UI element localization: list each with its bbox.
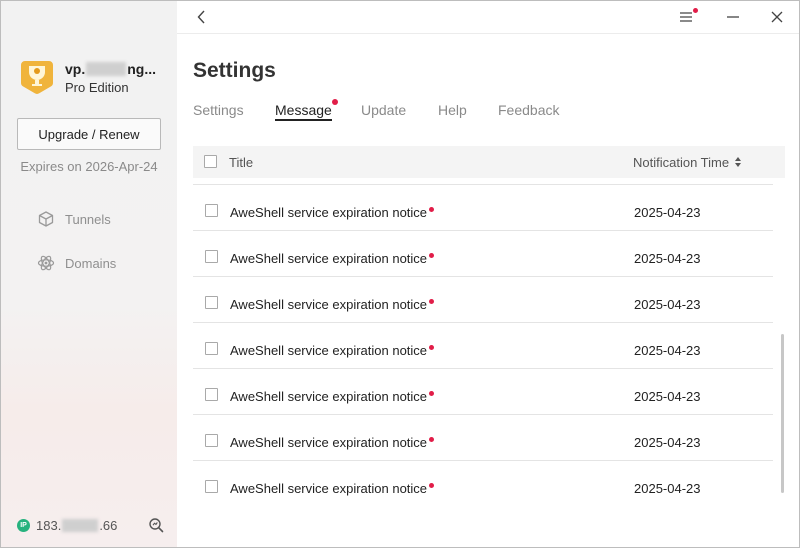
message-title: AweShell service expiration notice xyxy=(230,343,435,358)
message-title: AweShell service expiration notice xyxy=(230,205,435,220)
message-title: AweShell service expiration notice xyxy=(230,389,435,404)
column-notification-time[interactable]: Notification Time xyxy=(633,155,742,170)
tab-message[interactable]: Message xyxy=(275,99,338,121)
table-row[interactable]: AweShell service expiration notice 2025-… xyxy=(193,460,773,506)
table-row[interactable]: AweShell service expiration notice 2025-… xyxy=(193,184,773,230)
close-icon[interactable] xyxy=(769,9,785,25)
user-name: vp. ng... xyxy=(65,61,157,77)
tab-feedback[interactable]: Feedback xyxy=(498,102,559,118)
row-checkbox[interactable] xyxy=(205,250,218,263)
sidebar-item-domains[interactable]: Domains xyxy=(37,253,116,273)
notification-dot xyxy=(693,8,698,13)
unread-dot xyxy=(429,299,435,304)
tab-help[interactable]: Help xyxy=(438,102,467,118)
expiry-date: Expires on 2026-Apr-24 xyxy=(20,159,158,174)
table-row[interactable]: AweShell service expiration notice 2025-… xyxy=(193,414,773,460)
row-checkbox[interactable] xyxy=(205,388,218,401)
message-time: 2025-04-23 xyxy=(634,435,701,450)
message-time: 2025-04-23 xyxy=(634,343,701,358)
row-checkbox[interactable] xyxy=(205,204,218,217)
trophy-avatar-icon[interactable] xyxy=(17,57,57,97)
table-row[interactable]: AweShell service expiration notice 2025-… xyxy=(193,322,773,368)
row-checkbox[interactable] xyxy=(205,342,218,355)
sidebar: vp. ng... Pro Edition Upgrade / Renew Exp… xyxy=(1,1,177,547)
main-panel: Settings Settings Message Update Help Fe… xyxy=(177,1,799,547)
select-all-checkbox[interactable] xyxy=(204,155,217,168)
unread-dot xyxy=(429,345,435,350)
unread-dot xyxy=(429,253,435,258)
tab-update[interactable]: Update xyxy=(361,102,406,118)
redacted-text xyxy=(86,62,127,76)
upgrade-renew-button[interactable]: Upgrade / Renew xyxy=(17,118,161,150)
row-checkbox[interactable] xyxy=(205,296,218,309)
ip-address: IP 183. .66 xyxy=(17,518,117,533)
sidebar-item-label: Domains xyxy=(65,255,117,271)
table-header: Title Notification Time xyxy=(193,146,785,178)
message-time: 2025-04-23 xyxy=(634,389,701,404)
row-checkbox[interactable] xyxy=(205,480,218,493)
tab-settings[interactable]: Settings xyxy=(193,102,244,118)
message-title: AweShell service expiration notice xyxy=(230,297,435,312)
message-time: 2025-04-23 xyxy=(634,297,701,312)
unread-dot xyxy=(429,391,435,396)
sidebar-item-tunnels[interactable]: Tunnels xyxy=(37,209,111,229)
list-scrollbar[interactable] xyxy=(781,334,784,493)
sidebar-item-label: Tunnels xyxy=(65,211,111,227)
divider xyxy=(177,33,799,34)
app-window: vp. ng... Pro Edition Upgrade / Renew Exp… xyxy=(0,0,800,548)
sort-icon xyxy=(735,157,742,167)
message-time: 2025-04-23 xyxy=(634,205,701,220)
cube-icon xyxy=(38,211,54,227)
page-title: Settings xyxy=(193,59,276,82)
user-plan: Pro Edition xyxy=(65,80,129,95)
message-title: AweShell service expiration notice xyxy=(230,435,435,450)
unread-dot xyxy=(429,207,435,212)
table-row[interactable]: AweShell service expiration notice 2025-… xyxy=(193,276,773,322)
message-title: AweShell service expiration notice xyxy=(230,481,435,496)
back-arrow-icon[interactable] xyxy=(195,9,209,25)
ip-icon: IP xyxy=(17,519,30,532)
column-title: Title xyxy=(229,155,254,170)
unread-dot xyxy=(331,99,338,105)
ip-lookup-icon[interactable] xyxy=(148,517,164,533)
table-row[interactable]: AweShell service expiration notice 2025-… xyxy=(193,230,773,276)
message-time: 2025-04-23 xyxy=(634,251,701,266)
message-list: AweShell service expiration notice 2025-… xyxy=(193,184,775,524)
minimize-icon[interactable] xyxy=(725,9,741,25)
row-checkbox[interactable] xyxy=(205,434,218,447)
message-title: AweShell service expiration notice xyxy=(230,251,435,266)
atom-icon xyxy=(37,255,55,271)
unread-dot xyxy=(429,483,435,488)
redacted-text xyxy=(62,519,99,532)
menu-icon[interactable] xyxy=(677,8,698,25)
table-row[interactable]: AweShell service expiration notice 2025-… xyxy=(193,368,773,414)
unread-dot xyxy=(429,437,435,442)
message-time: 2025-04-23 xyxy=(634,481,701,496)
